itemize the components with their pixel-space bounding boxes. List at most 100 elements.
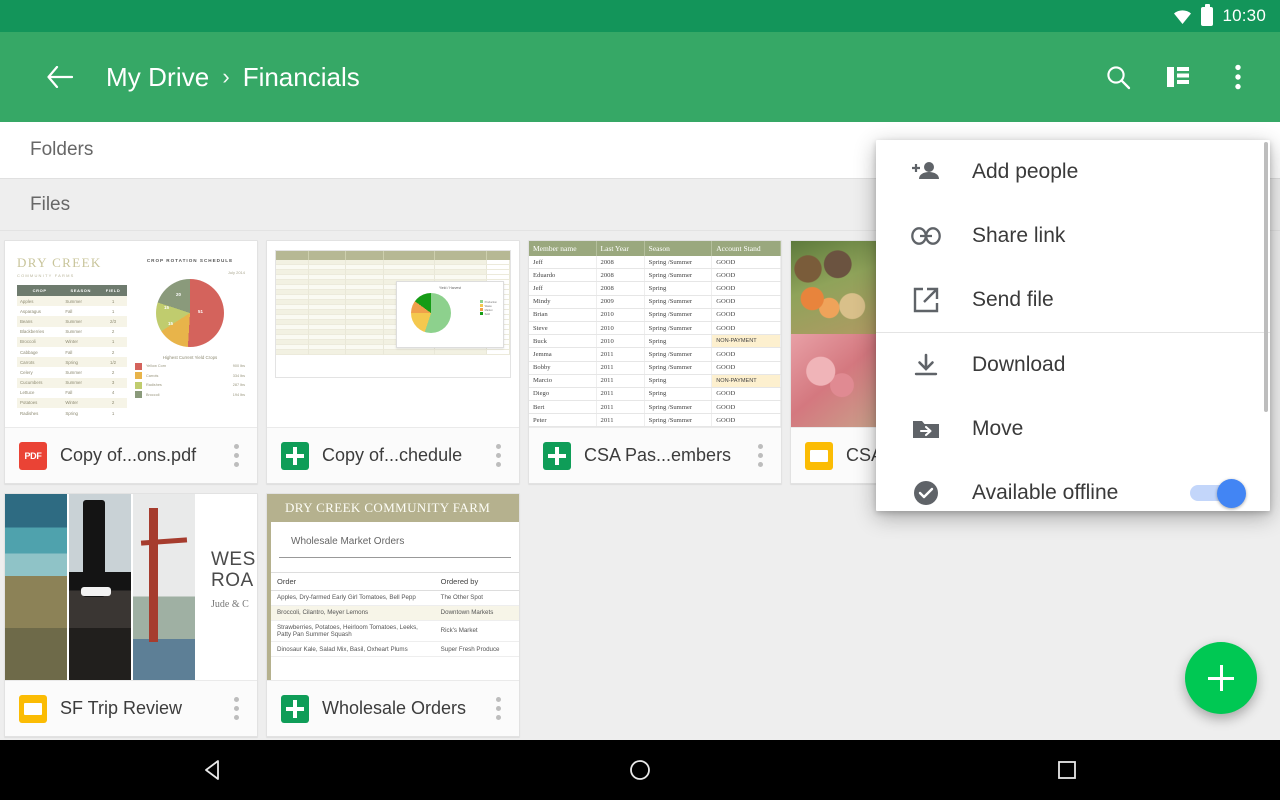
slides-file-icon [805, 442, 833, 470]
menu-item-add-people[interactable]: Add people [876, 140, 1270, 204]
file-overflow-button[interactable] [483, 437, 513, 475]
pdf-file-icon: PDF [19, 442, 47, 470]
legend-item: Radishes287 lbs [135, 382, 245, 389]
menu-scrollbar[interactable] [1264, 142, 1268, 412]
android-screen: 10:30 My Drive › Financials [0, 0, 1280, 800]
offline-toggle-switch[interactable] [1190, 482, 1246, 504]
file-card[interactable]: Member name Last Year Season Account Sta… [528, 240, 782, 484]
table-row: Dinosaur Kale, Salad Mix, Basil, Oxheart… [271, 642, 519, 657]
menu-item-label: Available offline [972, 481, 1190, 505]
file-card[interactable]: Yield / Harvest Production Waste Market … [266, 240, 520, 484]
sheets-file-icon [543, 442, 571, 470]
file-card-footer: SF Trip Review [5, 680, 257, 736]
table-row: BroccoliWinter1 [17, 337, 127, 347]
files-label: Files [30, 194, 70, 216]
legend-item: Yellow Corn900 lbs [135, 363, 245, 370]
table-row: AsparagusFall1 [17, 306, 127, 316]
file-overflow-button[interactable] [483, 690, 513, 728]
open-in-new-icon [902, 287, 950, 313]
table-row: Brian2010Spring /SummerGOOD [529, 308, 781, 321]
pdf-brand: DRY CREEK [17, 255, 127, 271]
table-row: Bert2011Spring /SummerGOOD [529, 401, 781, 414]
menu-item-download[interactable]: Download [876, 333, 1270, 397]
table-row: CelerySummer2 [17, 367, 127, 377]
cliff-photo [69, 494, 131, 680]
file-name: Copy of...ons.pdf [60, 445, 208, 466]
overflow-menu-button[interactable] [1214, 53, 1262, 101]
app-toolbar: My Drive › Financials [0, 32, 1280, 122]
ocean-photo [5, 494, 67, 680]
nav-back-button[interactable] [163, 740, 263, 800]
file-overflow-button[interactable] [745, 437, 775, 475]
file-card[interactable]: DRY CREEK COMMUNITY FARM Wholesale Marke… [266, 493, 520, 737]
sheet-header-row [276, 251, 510, 260]
crop-table: CROP SEASON FIELD ApplesSummer1 Asparagu… [17, 285, 127, 418]
slide-authors: Jude & C [211, 599, 257, 610]
nav-recents-square-icon [1056, 759, 1078, 781]
file-overflow-button[interactable] [221, 690, 251, 728]
view-toggle-button[interactable] [1154, 53, 1202, 101]
table-row: CarrotsSpring1/2 [17, 357, 127, 367]
table-row: LettuceFall4 [17, 388, 127, 398]
table-row: Apples, Dry-farmed Early Girl Tomatoes, … [271, 591, 519, 606]
embedded-chart: Yield / Harvest Production Waste Market … [396, 281, 504, 348]
slide-title-line1: WES [211, 550, 257, 571]
col-account-standing: Account Stand [712, 241, 781, 256]
col-field: FIELD [99, 285, 127, 296]
col-crop: CROP [17, 285, 62, 296]
file-name: SF Trip Review [60, 698, 208, 719]
col-season: SEASON [62, 285, 99, 296]
pie-value-1: 15 [168, 321, 173, 326]
menu-item-label: Download [972, 353, 1248, 377]
table-row: Buck2010SpringNON-PAYMENT [529, 335, 781, 348]
download-icon [902, 353, 950, 377]
menu-item-share-link[interactable]: Share link [876, 204, 1270, 268]
move-folder-icon [902, 418, 950, 440]
table-row: BlackberriesSummer2 [17, 327, 127, 337]
beans-photo [791, 334, 876, 427]
col-ordered-by: Ordered by [435, 573, 519, 591]
nav-recents-button[interactable] [1017, 740, 1117, 800]
offline-check-icon [902, 480, 950, 506]
file-thumbnail: DRY CREEK COMMUNITY FARMS CROP SEASON FI… [5, 241, 257, 427]
doc-band: DRY CREEK COMMUNITY FARM [271, 494, 519, 522]
back-button[interactable] [38, 55, 82, 99]
list-view-icon [1166, 66, 1190, 88]
table-row: Marcio2011SpringNON-PAYMENT [529, 374, 781, 387]
nav-home-button[interactable] [590, 740, 690, 800]
pie-value-2: 15 [164, 305, 169, 310]
menu-item-send-file[interactable]: Send file [876, 268, 1270, 332]
chart-title: Yield / Harvest [397, 286, 503, 290]
menu-item-available-offline[interactable]: Available offline [876, 461, 1270, 511]
status-badge: NON-PAYMENT [712, 374, 781, 387]
menu-item-move[interactable]: Move [876, 397, 1270, 461]
search-button[interactable] [1094, 53, 1142, 101]
table-row: Steve2010Spring /SummerGOOD [529, 321, 781, 334]
file-card-footer: CSA Pas...embers [529, 427, 781, 483]
table-row: PotatoesWinter2 [17, 398, 127, 408]
file-card[interactable]: DRY CREEK COMMUNITY FARMS CROP SEASON FI… [4, 240, 258, 484]
file-name: Wholesale Orders [322, 698, 470, 719]
col-order: Order [271, 573, 435, 591]
col-last-year: Last Year [596, 241, 644, 256]
menu-item-label: Add people [972, 160, 1248, 184]
road-trip-slide-thumb: WES ROA Jude & C [5, 494, 257, 680]
table-row: ApplesSummer1 [17, 296, 127, 306]
file-overflow-button[interactable] [221, 437, 251, 475]
file-thumbnail: Member name Last Year Season Account Sta… [529, 241, 781, 427]
search-icon [1105, 64, 1131, 90]
table-row: Jeff2008Spring /SummerGOOD [529, 256, 781, 269]
pdf-right-column: CROP ROTATION SCHEDULE July 2014 51 15 1… [135, 255, 245, 413]
pie-value-3: 20 [176, 292, 181, 297]
file-thumbnail: DRY CREEK COMMUNITY FARM Wholesale Marke… [267, 494, 519, 680]
wholesale-orders-thumb: DRY CREEK COMMUNITY FARM Wholesale Marke… [267, 494, 519, 680]
create-new-fab[interactable] [1185, 642, 1257, 714]
file-card-footer: PDF Copy of...ons.pdf [5, 427, 257, 483]
legend-item: Carrots334 lbs [135, 372, 245, 379]
golden-gate-photo [133, 494, 195, 680]
table-row: Bobby2011Spring /SummerGOOD [529, 361, 781, 374]
breadcrumb-root[interactable]: My Drive [106, 62, 209, 93]
add-person-icon [902, 160, 950, 184]
file-card[interactable]: WES ROA Jude & C SF Trip Review [4, 493, 258, 737]
clock: 10:30 [1222, 6, 1266, 26]
